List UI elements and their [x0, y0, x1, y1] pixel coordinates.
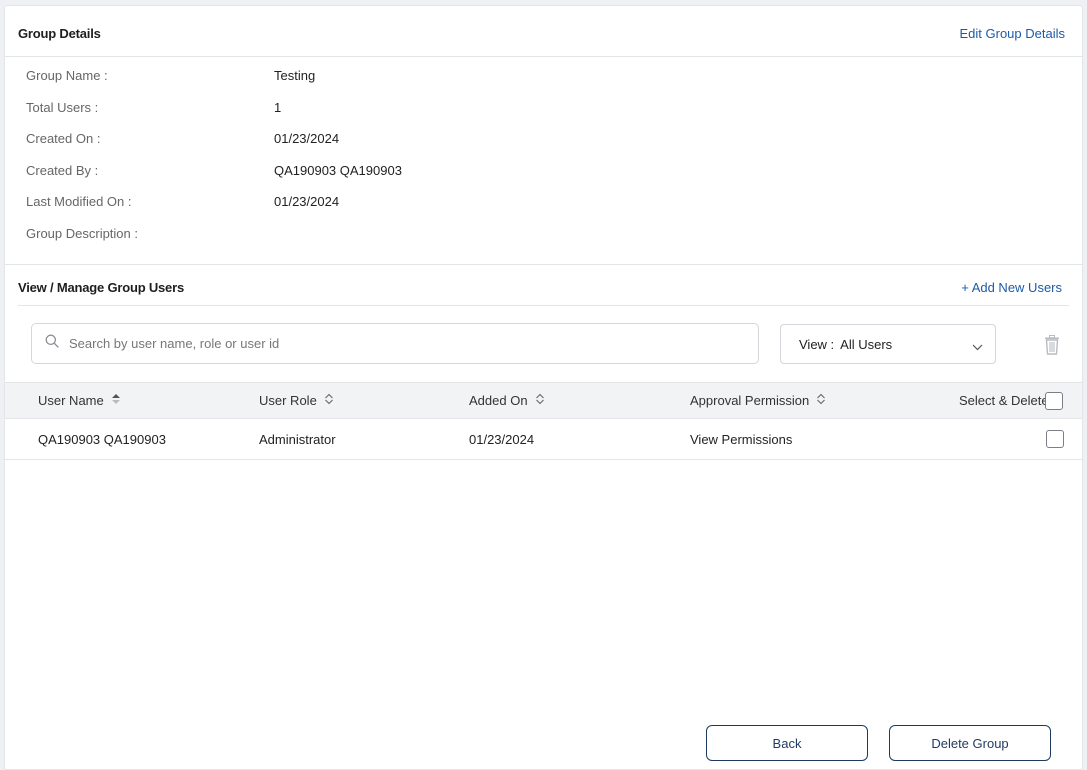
group-details-header: Group Details Edit Group Details [5, 8, 1082, 58]
cell-user-name: QA190903 QA190903 [38, 431, 166, 447]
cell-added-on: 01/23/2024 [469, 431, 535, 447]
column-label: Select & Delete [959, 393, 1049, 408]
detail-value: 1 [274, 100, 282, 115]
column-label: Added On [469, 393, 528, 408]
detail-label: Created By : [26, 163, 99, 178]
column-header-user-role[interactable]: User Role [259, 383, 334, 418]
detail-row-group-name: Group Name : Testing [26, 66, 626, 86]
trash-icon[interactable] [1044, 335, 1060, 360]
header-divider [5, 56, 1082, 57]
column-label: User Role [259, 393, 317, 408]
detail-value: QA190903 QA190903 [274, 163, 402, 178]
sort-icon [535, 393, 545, 408]
detail-value: 01/23/2024 [274, 194, 340, 209]
column-header-select-delete: Select & Delete [959, 383, 1049, 418]
detail-label: Total Users : [26, 100, 99, 115]
table-row: QA190903 QA190903 Administrator 01/23/20… [5, 419, 1082, 460]
group-details-panel: Group Details Edit Group Details Group N… [4, 5, 1083, 770]
view-filter-value: All Users [840, 336, 893, 352]
edit-group-details-link[interactable]: Edit Group Details [960, 26, 1066, 41]
detail-value: 01/23/2024 [274, 131, 340, 146]
manage-users-divider [18, 305, 1069, 306]
view-filter-select[interactable]: View : All Users [780, 324, 996, 364]
detail-label: Last Modified On : [26, 194, 132, 209]
detail-label: Group Description : [26, 226, 138, 241]
sort-icon [816, 393, 826, 408]
delete-group-button[interactable]: Delete Group [889, 725, 1051, 761]
detail-row-created-by: Created By : QA190903 QA190903 [26, 161, 626, 181]
column-header-approval-permission[interactable]: Approval Permission [690, 383, 826, 418]
column-header-user-name[interactable]: User Name [38, 383, 121, 418]
detail-row-created-on: Created On : 01/23/2024 [26, 129, 626, 149]
back-button[interactable]: Back [706, 725, 868, 761]
detail-value: Testing [274, 68, 316, 83]
cell-user-role: Administrator [259, 431, 336, 447]
column-label: User Name [38, 393, 104, 408]
group-details-title: Group Details [18, 25, 101, 41]
row-select-checkbox[interactable] [1046, 430, 1064, 448]
detail-row-group-description: Group Description : [26, 224, 626, 244]
search-input[interactable] [69, 336, 719, 351]
sort-active-icon [111, 393, 121, 408]
detail-row-last-modified: Last Modified On : 01/23/2024 [26, 192, 626, 212]
detail-row-total-users: Total Users : 1 [26, 98, 626, 118]
search-box[interactable] [31, 323, 759, 364]
detail-label: Created On : [26, 131, 101, 146]
manage-users-title: View / Manage Group Users [18, 279, 184, 295]
view-permissions-link[interactable]: View Permissions [690, 419, 792, 459]
add-new-users-link[interactable]: + Add New Users [961, 280, 1062, 295]
table-header: User Name User Role Added On Approval Pe… [5, 382, 1082, 419]
column-header-added-on[interactable]: Added On [469, 383, 545, 418]
search-icon [45, 334, 59, 353]
view-filter-label: View : [799, 336, 835, 352]
column-label: Approval Permission [690, 393, 810, 408]
select-all-checkbox[interactable] [1045, 392, 1063, 410]
sort-icon [324, 393, 334, 408]
detail-label: Group Name : [26, 68, 108, 83]
chevron-down-icon [972, 339, 983, 354]
